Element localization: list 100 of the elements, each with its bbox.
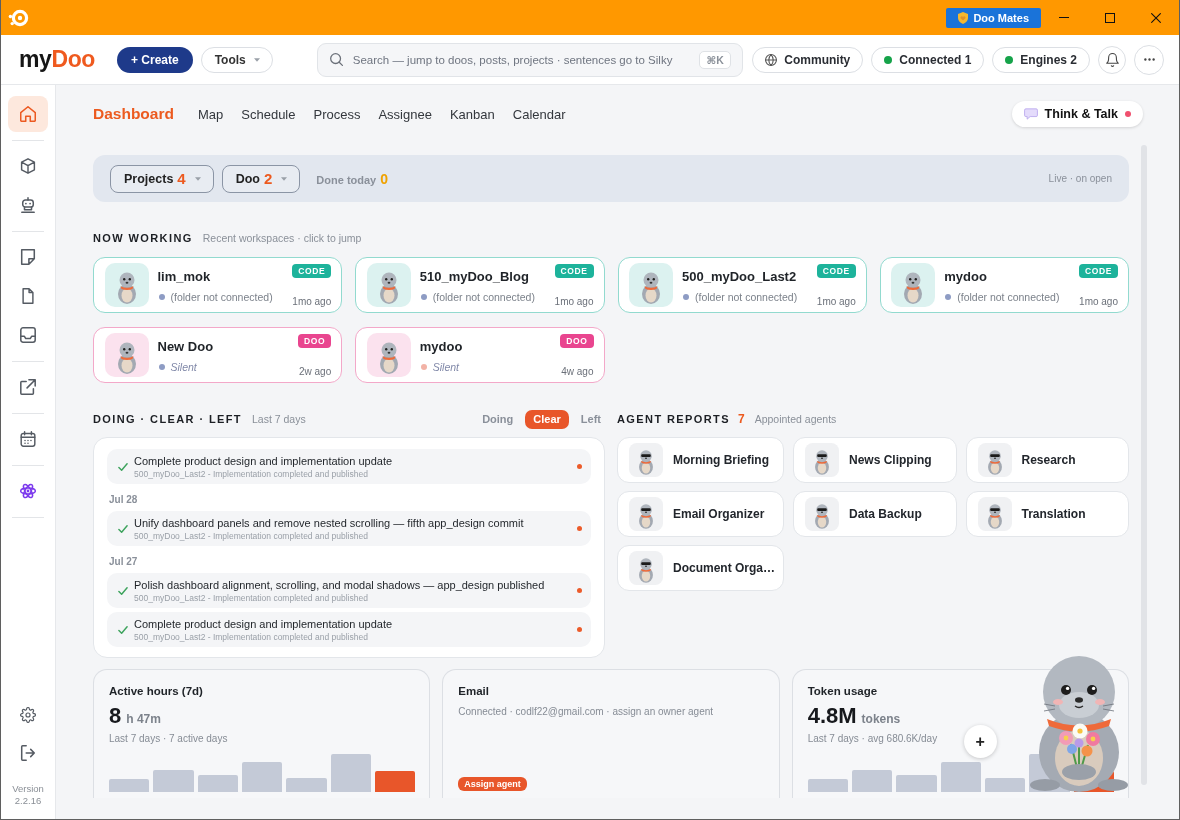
filter-dropdown[interactable]: Doo 2 bbox=[221, 164, 301, 193]
stat-note: Last 7 days · avg 680.6K/day bbox=[807, 733, 938, 744]
type-badge: CODE bbox=[816, 264, 856, 278]
status-dot-icon bbox=[577, 588, 582, 593]
activity-row[interactable]: Polish dashboard alignment, scrolling, and modal shadows — app_design published 500_myDoo_Last2 - Implementation completed and published bbox=[107, 573, 591, 608]
workspace-card[interactable]: mydoo Silent DOO 4w ago bbox=[355, 327, 605, 383]
section-title: NOW WORKING bbox=[93, 232, 193, 244]
agent-name: Email Organizer bbox=[673, 507, 765, 521]
tab[interactable]: Schedule bbox=[241, 106, 296, 122]
activity-title: Unify dashboard panels and remove nested scrolling — fifth app_design commit bbox=[134, 516, 525, 530]
chart-bar bbox=[286, 778, 327, 792]
stat-title: Token usage bbox=[807, 685, 878, 697]
activity-row[interactable]: Unify dashboard panels and remove nested scrolling — fifth app_design commit 500_myDoo_Last2 - Implementation completed and published bbox=[107, 511, 591, 546]
seal-icon bbox=[805, 443, 839, 477]
seal-icon bbox=[891, 263, 936, 307]
workspace-status: (folder not connected) bbox=[695, 291, 798, 303]
chart-bar bbox=[153, 770, 194, 792]
tab[interactable]: Calendar bbox=[512, 106, 566, 122]
calendar-icon bbox=[20, 431, 36, 447]
chart-bar bbox=[896, 775, 937, 792]
tab[interactable]: Kanban bbox=[449, 106, 495, 122]
file-icon bbox=[20, 288, 36, 304]
assign-agent-button[interactable]: Assign agent bbox=[458, 777, 527, 791]
status-dot-icon bbox=[577, 464, 582, 469]
activity-row[interactable]: Complete product design and implementation update 500_myDoo_Last2 - Implementation completed and published bbox=[107, 449, 591, 484]
workspace-name: lim_mok bbox=[157, 269, 212, 284]
activity-title: Polish dashboard alignment, scrolling, and modal shadows — app_design published bbox=[134, 578, 546, 592]
chart-bar bbox=[330, 754, 371, 792]
status-pill[interactable]: Connected 1 bbox=[871, 46, 985, 73]
seal-icon bbox=[805, 497, 839, 531]
caret-icon bbox=[194, 176, 201, 181]
home-icon bbox=[20, 106, 36, 122]
seal-icon bbox=[629, 263, 673, 307]
atom-icon bbox=[20, 483, 36, 499]
agent-count: 7 bbox=[737, 412, 745, 426]
agent-card[interactable]: Document Orga… bbox=[617, 545, 784, 591]
date-label: Jul 27 bbox=[109, 557, 139, 567]
workspace-card[interactable]: 510_myDoo_Blog (folder not connected) CODE 1mo ago bbox=[355, 257, 605, 313]
inbox-icon bbox=[20, 327, 36, 343]
workspace-card[interactable]: mydoo (folder not connected) CODE 1mo ago bbox=[879, 257, 1129, 313]
activity-detail: 500_myDoo_Last2 - Implementation completed and published bbox=[134, 469, 369, 479]
tab[interactable]: Process bbox=[313, 106, 361, 122]
maximize-icon[interactable] bbox=[1105, 12, 1115, 23]
workspace-card[interactable]: 500_myDoo_Last2 (folder not connected) CODE 1mo ago bbox=[617, 257, 867, 313]
time-label: 1mo ago bbox=[816, 296, 856, 307]
app-logo-icon bbox=[8, 7, 29, 28]
community-button[interactable]: Community bbox=[752, 46, 864, 73]
agent-name: Document Orga… bbox=[673, 561, 775, 575]
chart-bar bbox=[242, 762, 283, 792]
think-talk-button[interactable]: Think & Talk bbox=[1011, 101, 1143, 127]
close-icon[interactable] bbox=[1151, 12, 1161, 23]
type-badge: CODE bbox=[292, 264, 332, 278]
status-dot-icon bbox=[577, 627, 582, 632]
workspace-status: (folder not connected) bbox=[170, 291, 273, 303]
sidebar-item[interactable] bbox=[8, 96, 48, 132]
time-label: 1mo ago bbox=[1079, 296, 1118, 307]
agent-card[interactable]: Research bbox=[965, 437, 1129, 483]
activity-title: Complete product design and implementation update bbox=[134, 617, 394, 631]
workspace-status: (folder not connected) bbox=[957, 291, 1060, 303]
app-logo: myDoo bbox=[19, 48, 95, 71]
section-subtitle: Appointed agents bbox=[754, 413, 837, 425]
cube-icon bbox=[20, 158, 36, 174]
workspace-card[interactable]: lim_mok (folder not connected) CODE 1mo ago bbox=[93, 257, 343, 313]
workspace-status: (folder not connected) bbox=[432, 291, 535, 303]
filter-dropdown[interactable]: Projects 4 bbox=[110, 164, 214, 193]
stat-unit: tokens bbox=[861, 712, 901, 726]
doo-mates-button[interactable]: Doo Mates bbox=[946, 7, 1041, 28]
seal-icon bbox=[977, 497, 1012, 531]
note-icon bbox=[20, 249, 36, 265]
tools-button[interactable]: Tools bbox=[200, 46, 273, 73]
workspace-name: mydoo bbox=[419, 339, 464, 354]
globe-icon bbox=[765, 53, 778, 66]
agent-name: News Clipping bbox=[849, 453, 932, 467]
stat-title: Active hours (7d) bbox=[109, 685, 203, 697]
tab[interactable]: Assignee bbox=[378, 106, 432, 122]
activity-row[interactable]: Complete product design and implementation update 500_myDoo_Last2 - Implementation completed and published bbox=[107, 612, 591, 647]
notifications-button[interactable] bbox=[1098, 45, 1126, 74]
type-badge: CODE bbox=[1079, 264, 1118, 278]
tab[interactable]: Map bbox=[197, 106, 224, 122]
external-link-icon bbox=[20, 379, 36, 395]
agent-card[interactable]: News Clipping bbox=[793, 437, 957, 483]
activity-detail: 500_myDoo_Last2 - Implementation completed and published bbox=[134, 531, 369, 541]
workspace-card[interactable]: New Doo Silent DOO 2w ago bbox=[93, 327, 343, 383]
create-button[interactable]: + Create bbox=[116, 46, 193, 73]
settings-icon bbox=[20, 707, 36, 723]
add-button[interactable]: + bbox=[963, 725, 997, 758]
bell-icon bbox=[1105, 52, 1119, 67]
done-today-label: Done today 0 bbox=[316, 170, 389, 187]
type-badge: DOO bbox=[560, 334, 594, 348]
agent-card[interactable]: Translation bbox=[965, 491, 1129, 537]
date-label: Jul 28 bbox=[109, 495, 139, 505]
agent-name: Morning Briefing bbox=[673, 453, 769, 467]
agent-card[interactable]: Data Backup bbox=[793, 491, 957, 537]
workspace-name: 500_myDoo_Last2 bbox=[682, 269, 798, 284]
filter-tab[interactable]: Clear bbox=[525, 409, 569, 429]
section-title: AGENT REPORTS bbox=[617, 413, 730, 425]
agent-card[interactable]: Email Organizer bbox=[617, 491, 784, 537]
agent-card[interactable]: Morning Briefing bbox=[617, 437, 784, 483]
version-label: Version 2.2.16 bbox=[11, 783, 45, 807]
status-pill[interactable]: Engines 2 bbox=[992, 46, 1090, 73]
